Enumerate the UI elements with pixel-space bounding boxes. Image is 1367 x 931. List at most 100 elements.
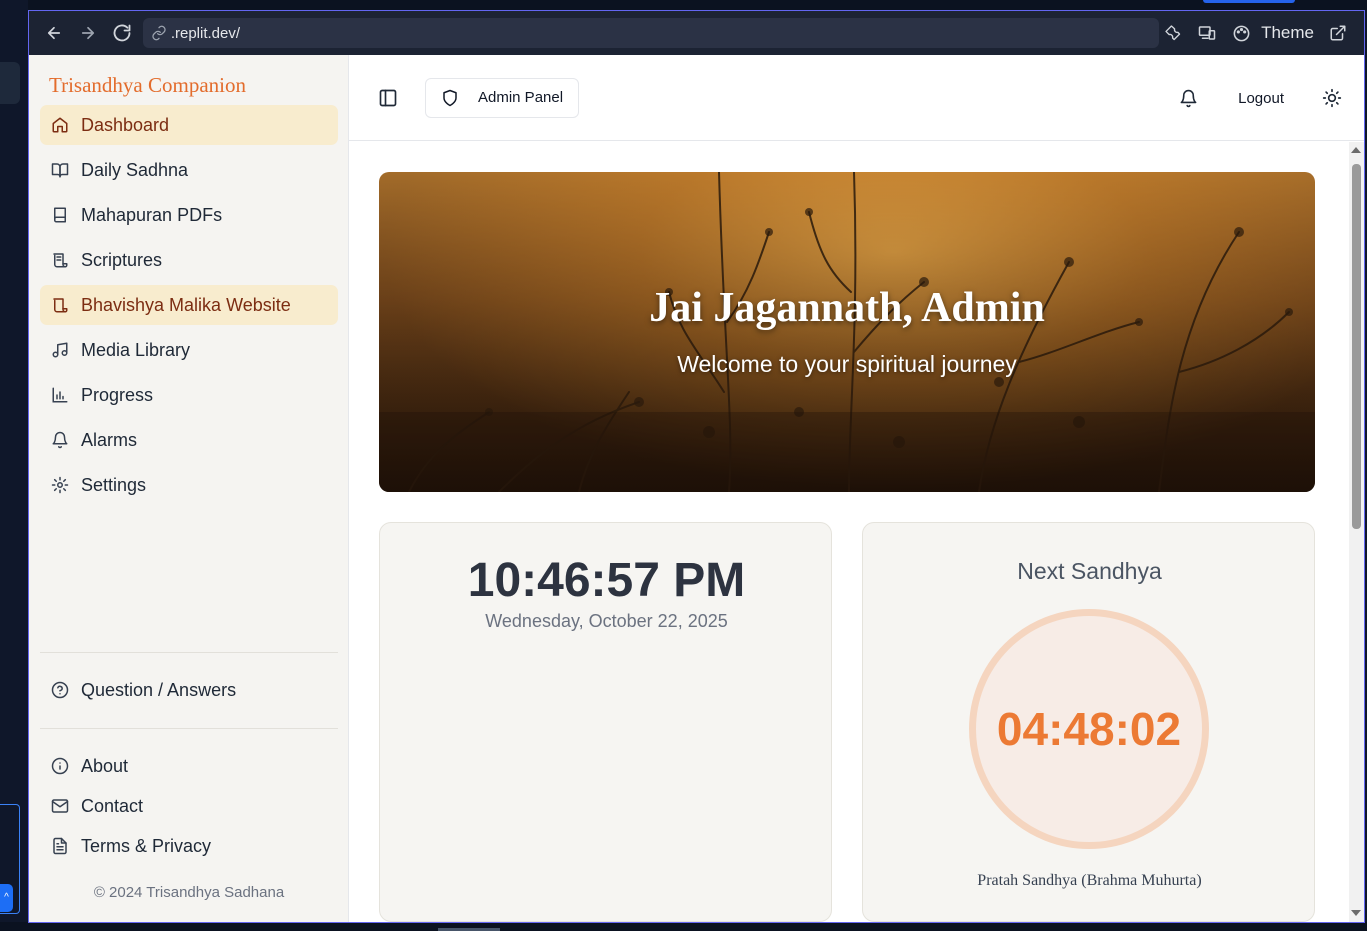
- countdown-ring: 04:48:02: [969, 609, 1209, 849]
- main-area: Admin Panel Logout Jai Jagannath, Admin …: [349, 55, 1364, 922]
- admin-panel-button[interactable]: Admin Panel: [425, 77, 580, 118]
- devtools-button[interactable]: [1159, 19, 1187, 47]
- browser-toolbar: .replit.dev/ Theme: [29, 11, 1364, 55]
- sidebar-item-label: Media Library: [81, 339, 191, 360]
- next-sandhya-card: Next Sandhya 04:48:02 Pratah Sandhya (Br…: [862, 522, 1315, 922]
- info-icon: [50, 756, 70, 776]
- reload-icon: [113, 24, 131, 42]
- dashboard-content: Jai Jagannath, Admin Welcome to your spi…: [349, 142, 1349, 922]
- bell-icon: [1180, 89, 1197, 107]
- sidebar-item-label: Settings: [81, 474, 147, 495]
- brand-title[interactable]: Trisandhya Companion: [49, 73, 246, 98]
- sidebar-item-media-library[interactable]: Media Library: [40, 330, 338, 370]
- copyright-text: © 2024 Trisandhya Sadhana: [93, 884, 285, 901]
- sidebar-item-contact[interactable]: Contact: [40, 786, 338, 826]
- scroll-down-arrow[interactable]: [1351, 910, 1361, 916]
- sidebar-help-nav: Question / Answers: [40, 670, 338, 710]
- open-external-button[interactable]: [1324, 19, 1352, 47]
- sidebar-item-label: Contact: [81, 795, 144, 816]
- sidebar-item-about[interactable]: About: [40, 746, 338, 786]
- help-circle-icon: [50, 680, 70, 700]
- host-top-strip: [28, 0, 1367, 10]
- gear-icon: [50, 475, 70, 495]
- external-link-icon: [1330, 25, 1346, 41]
- sidebar-item-scriptures[interactable]: Scriptures: [40, 240, 338, 280]
- book-open-icon: [50, 160, 70, 180]
- arrow-left-icon: [47, 26, 61, 40]
- main-scrollbar[interactable]: [1349, 142, 1364, 922]
- current-date: Wednesday, October 22, 2025: [485, 611, 728, 631]
- hero-background-image: [379, 172, 1315, 492]
- notifications-button[interactable]: [1176, 86, 1200, 110]
- sidebar-nav: Dashboard Daily Sadhna Mahapuran PDFs Sc…: [40, 105, 338, 510]
- sidebar-item-label: Scriptures: [81, 249, 163, 270]
- sidebar-toggle-button[interactable]: [377, 87, 399, 109]
- admin-panel-label: Admin Panel: [478, 89, 564, 106]
- host-expand-button[interactable]: ^: [0, 884, 13, 912]
- responsive-button[interactable]: [1193, 19, 1221, 47]
- next-sandhya-name: Pratah Sandhya (Brahma Muhurta): [977, 872, 1202, 889]
- sidebar-footer-nav: About Contact Terms & Privacy: [40, 746, 338, 866]
- file-text-icon: [50, 836, 70, 856]
- panel-left-icon: [379, 89, 397, 106]
- palette-button[interactable]: [1227, 19, 1255, 47]
- sidebar-item-label: Bhavishya Malika Website: [81, 294, 291, 315]
- hero-title: Jai Jagannath, Admin: [649, 285, 1045, 331]
- browser-window: .replit.dev/ Theme Trisandhya Companion: [28, 10, 1365, 923]
- sidebar-item-mahapuran-pdfs[interactable]: Mahapuran PDFs: [40, 195, 338, 235]
- theme-toggle-button[interactable]: [1320, 86, 1344, 110]
- sidebar-item-label: Question / Answers: [81, 679, 237, 700]
- arrow-right-icon: [81, 26, 94, 40]
- scroll-thumb[interactable]: [1352, 164, 1361, 529]
- scroll-icon: [50, 250, 70, 270]
- countdown-timer: 04:48:02: [996, 703, 1182, 755]
- url-bar[interactable]: .replit.dev/: [142, 18, 1160, 48]
- sidebar-item-daily-sadhna[interactable]: Daily Sadhna: [40, 150, 338, 190]
- scroll-up-arrow[interactable]: [1351, 147, 1361, 153]
- back-button[interactable]: [37, 16, 71, 50]
- sidebar-item-dashboard[interactable]: Dashboard: [40, 105, 338, 145]
- scroll-icon: [50, 295, 70, 315]
- forward-button[interactable]: [71, 16, 105, 50]
- sidebar-divider: [40, 728, 338, 729]
- host-bottom-strip: [0, 922, 1367, 931]
- sidebar-item-label: Daily Sadhna: [81, 159, 189, 180]
- wrench-icon: [1165, 25, 1181, 41]
- music-icon: [50, 340, 70, 360]
- home-icon: [50, 115, 70, 135]
- sidebar-item-alarms[interactable]: Alarms: [40, 420, 338, 460]
- sidebar-item-label: Terms & Privacy: [81, 835, 212, 856]
- top-bar: Admin Panel Logout: [349, 55, 1364, 141]
- host-desktop-edge: ^: [0, 0, 28, 931]
- book-icon: [50, 205, 70, 225]
- sidebar-item-question-answers[interactable]: Question / Answers: [40, 670, 338, 710]
- mail-icon: [50, 796, 70, 816]
- sidebar-item-settings[interactable]: Settings: [40, 465, 338, 505]
- clock-card: 10:46:57 PM Wednesday, October 22, 2025: [379, 522, 832, 922]
- bell-icon: [50, 430, 70, 450]
- palette-icon: [1233, 25, 1249, 41]
- sidebar-item-terms-privacy[interactable]: Terms & Privacy: [40, 826, 338, 866]
- logout-button[interactable]: Logout: [1238, 90, 1284, 107]
- reload-button[interactable]: [105, 16, 139, 50]
- theme-button[interactable]: Theme: [1261, 23, 1314, 43]
- sidebar-divider: [40, 652, 338, 653]
- sidebar-item-label: About: [81, 755, 129, 776]
- sidebar: Trisandhya Companion Dashboard Daily Sad…: [29, 55, 349, 922]
- sidebar-item-bhavishya-malika[interactable]: Bhavishya Malika Website: [40, 285, 338, 325]
- sidebar-item-label: Dashboard: [81, 114, 170, 135]
- bar-chart-icon: [50, 385, 70, 405]
- sidebar-item-progress[interactable]: Progress: [40, 375, 338, 415]
- sun-icon: [1322, 88, 1342, 108]
- link-icon: [152, 25, 166, 41]
- devices-icon: [1198, 26, 1216, 40]
- shield-icon: [443, 89, 457, 106]
- current-time: 10:46:57 PM: [467, 554, 746, 607]
- app-root: Trisandhya Companion Dashboard Daily Sad…: [29, 55, 1364, 922]
- sidebar-item-label: Progress: [81, 384, 154, 405]
- sidebar-item-label: Mahapuran PDFs: [81, 204, 223, 225]
- sidebar-item-label: Alarms: [81, 429, 138, 450]
- next-sandhya-title: Next Sandhya: [1017, 558, 1162, 584]
- hero-subtitle: Welcome to your spiritual journey: [677, 351, 1017, 377]
- host-panel-tab: [0, 62, 20, 104]
